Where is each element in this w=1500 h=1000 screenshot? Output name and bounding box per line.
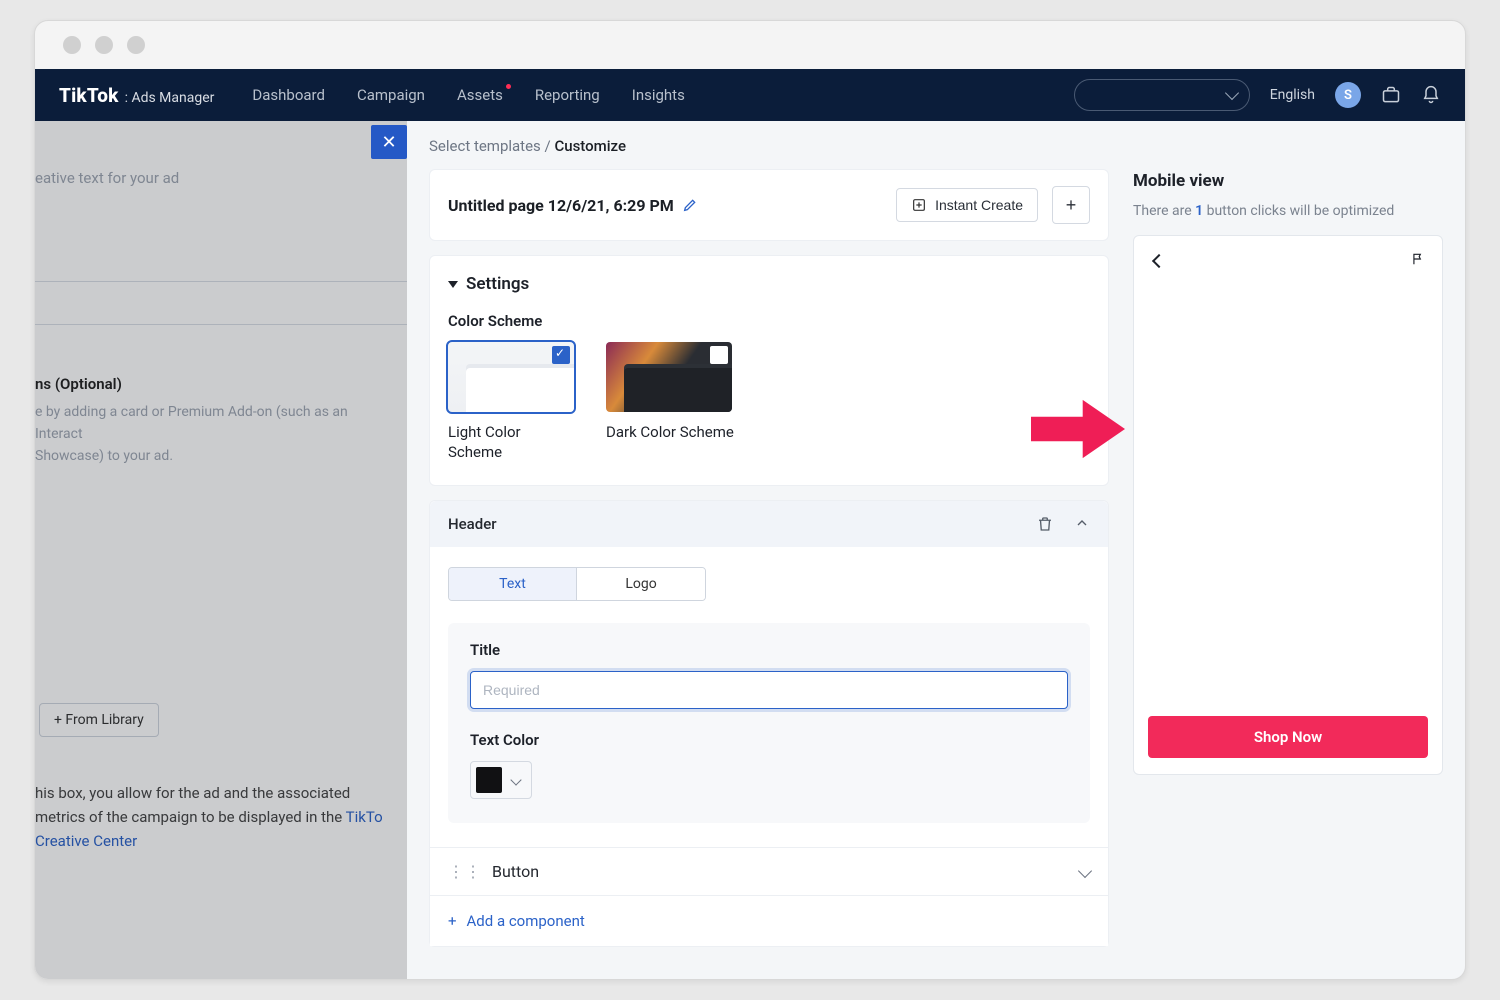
nav-reporting[interactable]: Reporting [535, 86, 600, 104]
preview-column: Mobile view There are 1 button clicks wi… [1133, 169, 1443, 979]
nav-insights[interactable]: Insights [632, 86, 685, 104]
mobile-preview-top [1148, 244, 1428, 270]
unchecked-box-icon [710, 346, 728, 364]
plus-icon: + [1066, 195, 1077, 216]
color-scheme-row: Light Color Scheme Dark Color Scheme [448, 342, 1090, 463]
settings-card: Settings Color Scheme Light Color Scheme [429, 255, 1109, 486]
breadcrumb-root[interactable]: Select templates [429, 137, 541, 155]
flag-icon[interactable] [1410, 252, 1426, 266]
window-controls [35, 21, 1465, 69]
close-modal-button[interactable]: ✕ [371, 125, 407, 159]
text-color-picker[interactable] [470, 761, 532, 799]
breadcrumb-sep: / [545, 137, 555, 155]
bell-icon[interactable] [1421, 85, 1441, 105]
back-icon[interactable] [1152, 254, 1166, 268]
window-close-dot[interactable] [63, 36, 81, 54]
title-label: Title [470, 641, 1068, 659]
light-scheme-option[interactable]: Light Color Scheme [448, 342, 578, 463]
chevron-down-icon [1078, 864, 1092, 878]
customize-panel: Select templates / Customize Untitled pa… [407, 121, 1465, 979]
check-icon [552, 346, 570, 364]
caret-down-icon [448, 281, 458, 288]
settings-toggle[interactable]: Settings [448, 274, 1090, 294]
nav-campaign[interactable]: Campaign [357, 86, 425, 104]
breadcrumb: Select templates / Customize [407, 121, 1465, 169]
dark-scheme-thumb [606, 342, 732, 412]
plus-icon: + [448, 912, 457, 930]
color-swatch [476, 767, 502, 793]
avatar[interactable]: S [1335, 82, 1361, 108]
preview-cta-button[interactable]: Shop Now [1148, 716, 1428, 758]
title-card: Title Text Color [448, 623, 1090, 823]
color-scheme-label: Color Scheme [448, 312, 1090, 330]
header-type-tabs: Text Logo [448, 567, 706, 601]
header-section: Header [429, 500, 1109, 947]
header-section-head: Header [430, 501, 1108, 547]
briefcase-icon[interactable] [1381, 85, 1401, 105]
notification-dot-icon [506, 84, 511, 89]
brand: TikTok : Ads Manager [59, 84, 214, 107]
modal-columns: Untitled page 12/6/21, 6:29 PM Instant C… [407, 169, 1465, 979]
note-count: 1 [1195, 203, 1203, 219]
chevron-down-icon [510, 774, 521, 785]
add-component-label: Add a component [467, 912, 585, 930]
mobile-view-note: There are 1 button clicks will be optimi… [1133, 201, 1443, 221]
button-section-title: Button [492, 862, 539, 881]
settings-heading: Settings [466, 274, 529, 294]
text-color-label: Text Color [470, 731, 1068, 749]
chevron-up-icon[interactable] [1074, 515, 1090, 531]
app-body: eative text for your ad Translat ns (Opt… [35, 121, 1465, 979]
brand-name: TikTok [59, 84, 119, 107]
add-component-button[interactable]: + Add a component [430, 895, 1108, 946]
window-minimize-dot[interactable] [95, 36, 113, 54]
light-scheme-label: Light Color Scheme [448, 422, 578, 463]
editor-column: Untitled page 12/6/21, 6:29 PM Instant C… [429, 169, 1109, 979]
tab-logo[interactable]: Logo [577, 568, 705, 600]
instant-create-label: Instant Create [935, 197, 1023, 213]
light-scheme-thumb [448, 342, 574, 412]
mobile-view-title: Mobile view [1133, 171, 1443, 191]
header-section-title: Header [448, 515, 497, 533]
page-header-card: Untitled page 12/6/21, 6:29 PM Instant C… [429, 169, 1109, 241]
top-nav: TikTok : Ads Manager Dashboard Campaign … [35, 69, 1465, 121]
drag-handle-icon[interactable]: ⋮⋮ [448, 862, 482, 881]
nav-right: English S [1074, 79, 1441, 111]
add-button[interactable]: + [1052, 186, 1090, 224]
button-section-head[interactable]: ⋮⋮ Button [430, 847, 1108, 895]
wand-icon [911, 197, 927, 213]
note-pre: There are [1133, 203, 1195, 219]
window-maximize-dot[interactable] [127, 36, 145, 54]
pencil-icon[interactable] [682, 197, 698, 213]
title-input[interactable] [470, 671, 1068, 709]
browser-frame: TikTok : Ads Manager Dashboard Campaign … [34, 20, 1466, 980]
note-post: button clicks will be optimized [1203, 203, 1394, 219]
page-title: Untitled page 12/6/21, 6:29 PM [448, 196, 698, 215]
dark-scheme-label: Dark Color Scheme [606, 422, 736, 442]
account-dropdown[interactable] [1074, 79, 1250, 111]
breadcrumb-current: Customize [554, 137, 626, 155]
mobile-preview: Shop Now [1133, 235, 1443, 775]
trash-icon[interactable] [1036, 515, 1054, 533]
chevron-down-icon [1225, 86, 1239, 100]
header-section-body: Text Logo Title Text Color [430, 547, 1108, 847]
language-selector[interactable]: English [1270, 87, 1315, 103]
instant-create-button[interactable]: Instant Create [896, 188, 1038, 222]
nav-links: Dashboard Campaign Assets Reporting Insi… [252, 86, 684, 104]
brand-suffix: : Ads Manager [125, 90, 215, 106]
close-icon: ✕ [381, 132, 396, 153]
tab-text[interactable]: Text [449, 568, 577, 600]
page-title-text: Untitled page 12/6/21, 6:29 PM [448, 196, 674, 215]
nav-assets-label: Assets [457, 86, 503, 104]
nav-dashboard[interactable]: Dashboard [252, 86, 325, 104]
dark-scheme-option[interactable]: Dark Color Scheme [606, 342, 736, 463]
nav-assets[interactable]: Assets [457, 86, 503, 104]
